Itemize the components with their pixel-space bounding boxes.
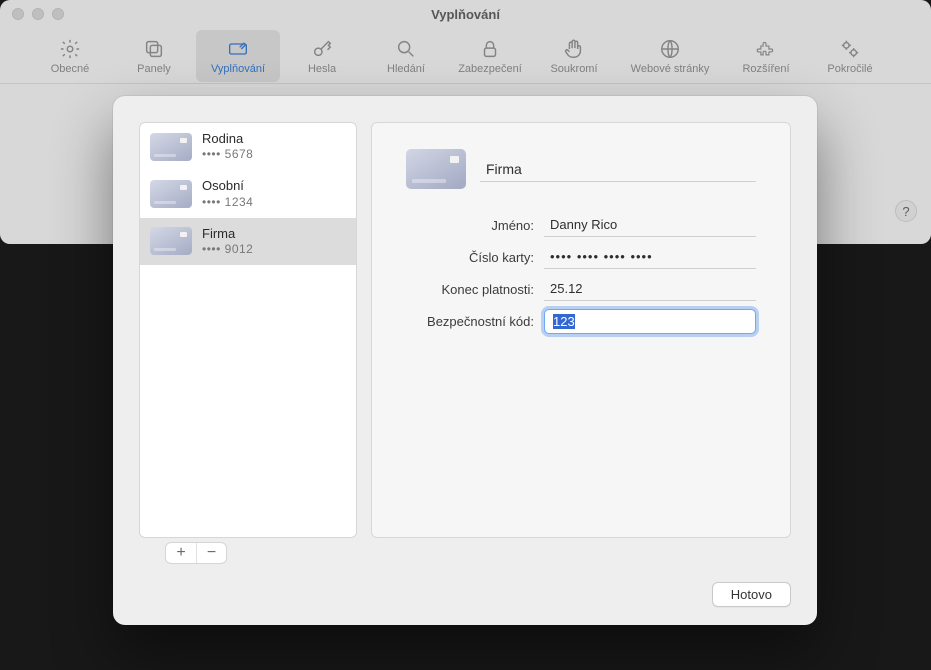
credit-card-icon — [150, 180, 192, 208]
toolbar: Obecné Panely Vyplňování Hesla Hledání — [0, 28, 931, 84]
toolbar-label: Hledání — [387, 63, 425, 75]
remove-button[interactable]: − — [196, 543, 226, 563]
done-button[interactable]: Hotovo — [712, 582, 791, 607]
toolbar-label: Zabezpečení — [458, 63, 522, 75]
credit-card-icon — [406, 149, 466, 189]
security-label: Bezpečnostní kód: — [406, 314, 534, 329]
autofill-icon — [226, 37, 250, 61]
toolbar-label: Panely — [137, 63, 171, 75]
tabs-icon — [142, 37, 166, 61]
lock-icon — [478, 37, 502, 61]
number-label: Číslo karty: — [406, 250, 534, 265]
card-digits: •••• 5678 — [202, 147, 253, 162]
window-title: Vyplňování — [0, 7, 931, 22]
card-digits: •••• 9012 — [202, 242, 253, 257]
titlebar: Vyplňování — [0, 0, 931, 28]
credit-card-icon — [150, 133, 192, 161]
card-digits: •••• 1234 — [202, 195, 253, 210]
toolbar-label: Webové stránky — [631, 63, 710, 75]
toolbar-passwords[interactable]: Hesla — [280, 30, 364, 82]
card-item[interactable]: Osobní •••• 1234 — [140, 170, 356, 217]
detail-panel: Jméno: Číslo karty: Konec platnosti: Bez… — [371, 122, 791, 538]
toolbar-label: Soukromí — [550, 63, 597, 75]
toolbar-extensions[interactable]: Rozšíření — [724, 30, 808, 82]
hand-icon — [562, 37, 586, 61]
toolbar-label: Obecné — [51, 63, 90, 75]
puzzle-icon — [754, 37, 778, 61]
gear-icon — [58, 37, 82, 61]
gears-icon — [838, 37, 862, 61]
credit-card-icon — [150, 227, 192, 255]
search-icon — [394, 37, 418, 61]
name-input[interactable] — [544, 213, 756, 237]
number-input[interactable] — [544, 245, 756, 269]
globe-icon — [658, 37, 682, 61]
credit-card-sheet: Rodina •••• 5678 Osobní •••• 1234 Firma — [113, 96, 817, 625]
toolbar-security[interactable]: Zabezpečení — [448, 30, 532, 82]
toolbar-websites[interactable]: Webové stránky — [616, 30, 724, 82]
toolbar-label: Vyplňování — [211, 63, 265, 75]
toolbar-advanced[interactable]: Pokročilé — [808, 30, 892, 82]
toolbar-general[interactable]: Obecné — [28, 30, 112, 82]
toolbar-autofill[interactable]: Vyplňování — [196, 30, 280, 82]
add-button[interactable]: + — [166, 543, 196, 563]
card-name: Osobní — [202, 178, 253, 194]
key-icon — [310, 37, 334, 61]
card-item[interactable]: Rodina •••• 5678 — [140, 123, 356, 170]
toolbar-search[interactable]: Hledání — [364, 30, 448, 82]
card-name: Rodina — [202, 131, 253, 147]
toolbar-label: Hesla — [308, 63, 336, 75]
card-list: Rodina •••• 5678 Osobní •••• 1234 Firma — [139, 122, 357, 538]
toolbar-label: Pokročilé — [827, 63, 872, 75]
toolbar-privacy[interactable]: Soukromí — [532, 30, 616, 82]
add-remove-control: + − — [165, 542, 227, 564]
card-name: Firma — [202, 226, 253, 242]
security-code-input[interactable] — [544, 309, 756, 334]
toolbar-tabs[interactable]: Panely — [112, 30, 196, 82]
help-button[interactable]: ? — [895, 200, 917, 222]
card-item[interactable]: Firma •••• 9012 — [140, 218, 356, 265]
expiry-label: Konec platnosti: — [406, 282, 534, 297]
name-label: Jméno: — [406, 218, 534, 233]
card-title-input[interactable] — [480, 157, 756, 182]
toolbar-label: Rozšíření — [742, 63, 789, 75]
expiry-input[interactable] — [544, 277, 756, 301]
